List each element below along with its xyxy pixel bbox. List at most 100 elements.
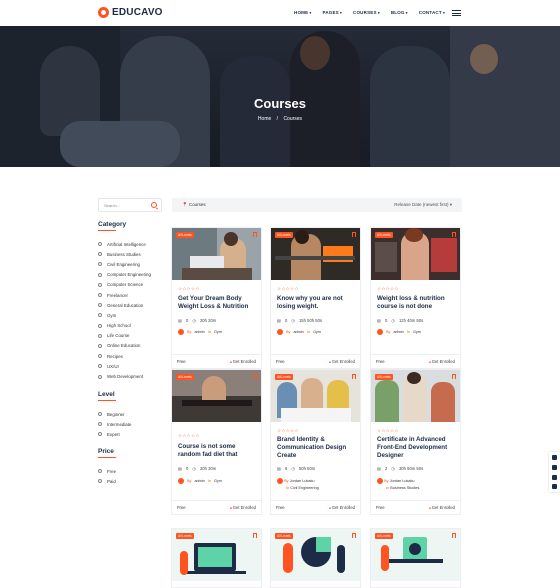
bookmark-icon[interactable] [352,232,356,237]
category-label: Artificial Intelligence [107,241,146,247]
enroll-link[interactable]: Get Enrolled [230,505,256,510]
category-item[interactable]: Freelancer [98,290,151,300]
level-item[interactable]: Expert [98,429,131,439]
category-item[interactable]: General Education [98,300,151,310]
price-item[interactable]: Free [98,466,116,476]
radio-icon[interactable] [98,412,102,417]
category-label: Recipes [107,353,123,359]
enroll-link[interactable]: Get Enrolled [429,359,455,364]
clock-icon: ◷ [391,318,395,323]
bookmark-icon[interactable] [352,533,356,538]
breadcrumb-home[interactable]: Home [258,116,271,122]
category-item[interactable]: UX/UI [98,361,151,371]
bookmark-icon[interactable] [253,374,257,379]
course-card[interactable]: All Levels ☆☆☆☆☆ Course is not some rand… [171,369,262,515]
category-label: Business Studies [107,251,141,257]
radio-icon[interactable] [98,432,102,437]
enroll-link[interactable]: Get Enrolled [429,505,455,510]
course-card[interactable]: All Levels ☆☆☆☆☆ Get Your Dream Body Wei… [171,227,262,369]
category-item[interactable]: Gym [98,310,151,320]
radio-icon[interactable] [98,252,102,257]
category-item[interactable]: Civil Engineering [98,259,151,269]
rating-stars: ☆☆☆☆☆ [377,428,399,433]
bookmark-icon[interactable] [352,374,356,379]
radio-icon[interactable] [98,479,102,484]
enroll-link[interactable]: Get Enrolled [230,359,256,364]
radio-icon[interactable] [98,282,102,287]
radio-icon[interactable] [98,313,102,318]
category-item[interactable]: Artificial Intelligence [98,239,151,249]
layout-icon[interactable] [552,465,557,470]
course-title[interactable]: Weight loss & nutrition course is not do… [377,295,457,311]
nav-pages[interactable]: PAGES [322,10,342,15]
nav-blog[interactable]: BLOG [391,10,408,15]
course-price: Free [376,505,385,510]
course-title[interactable]: Course is not some random fad diet that [178,443,258,459]
category-item[interactable]: Business Studies [98,249,151,259]
radio-icon[interactable] [98,343,102,348]
radio-icon[interactable] [98,323,102,328]
radio-icon[interactable] [98,242,102,247]
bookmark-icon[interactable] [452,374,456,379]
radio-icon[interactable] [98,469,102,474]
bookmark-icon[interactable] [452,232,456,237]
course-title[interactable]: Brand Identity & Communication Design Cr… [277,436,357,460]
course-card[interactable]: All Levels [370,528,461,588]
course-title[interactable]: Know why you are not losing weight. [277,295,357,311]
radio-icon[interactable] [98,364,102,369]
search-icon[interactable] [151,202,157,208]
category-item[interactable]: Web Development [98,371,151,381]
category-label: Web Development [107,374,144,380]
docs-icon[interactable] [552,484,557,489]
course-card[interactable]: All Levels [270,528,361,588]
enroll-link[interactable]: Get Enrolled [329,505,355,510]
bookmark-icon[interactable] [253,533,257,538]
category-item[interactable]: Computer Engineering [98,270,151,280]
course-card[interactable]: All Levels [171,528,262,588]
radio-icon[interactable] [98,354,102,359]
radio-icon[interactable] [98,293,102,298]
enroll-link[interactable]: Get Enrolled [329,359,355,364]
course-card[interactable]: All Levels ☆☆☆☆☆ Brand Identity & Commun… [270,369,361,515]
search-input[interactable]: Search... [98,198,162,212]
menu-icon[interactable] [452,10,461,16]
course-card[interactable]: All Levels ☆☆☆☆☆ Certificate in Advanced… [370,369,461,515]
category-item[interactable]: High School [98,321,151,331]
cart-icon[interactable] [552,455,557,460]
level-title: Level [98,391,116,401]
nav-home[interactable]: HOME [294,10,311,15]
radio-icon[interactable] [98,333,102,338]
nav-courses[interactable]: COURSES [353,10,380,15]
category-item[interactable]: Computer Science [98,280,151,290]
course-meta: ▤ 0 ◷ 12h 40m 50s [377,318,424,323]
level-item[interactable]: Intermediate [98,419,131,429]
lessons-icon: ▤ [277,466,281,471]
radio-icon[interactable] [98,374,102,379]
category-item[interactable]: Life Course [98,331,151,341]
course-meta: ▤ 0 ◷ 20h 20m [178,318,217,323]
bookmark-icon[interactable] [452,533,456,538]
breadcrumb-separator: / [276,116,279,122]
radio-icon[interactable] [98,262,102,267]
course-title[interactable]: Get Your Dream Body Weight Loss & Nutrit… [178,295,258,311]
radio-icon[interactable] [98,272,102,277]
nav-contact[interactable]: CONTACT [419,10,445,15]
search-placeholder: Search... [104,203,121,208]
sort-select[interactable]: Release Date (newest first) ▾ [394,202,452,208]
course-card[interactable]: All Levels ☆☆☆☆☆ Weight loss & nutrition… [370,227,461,369]
course-card[interactable]: All Levels ☆☆☆☆☆ Know why you are not lo… [270,227,361,369]
category-item[interactable]: Online Education [98,341,151,351]
category-label: UX/UI [107,363,119,369]
radio-icon[interactable] [98,422,102,427]
radio-icon[interactable] [98,303,102,308]
bookmark-icon[interactable] [253,232,257,237]
level-item[interactable]: Beginner [98,409,131,419]
price-item[interactable]: Paid [98,476,116,486]
rating-stars: ☆☆☆☆☆ [178,286,200,291]
course-meta: ▤ 0 ◷ 20h 30m [178,466,217,471]
course-title[interactable]: Certificate in Advanced Front-End Develo… [377,436,457,460]
avatar [178,329,184,335]
settings-icon[interactable] [552,475,557,480]
logo[interactable]: EDUCAVO [98,7,163,18]
category-item[interactable]: Recipes [98,351,151,361]
